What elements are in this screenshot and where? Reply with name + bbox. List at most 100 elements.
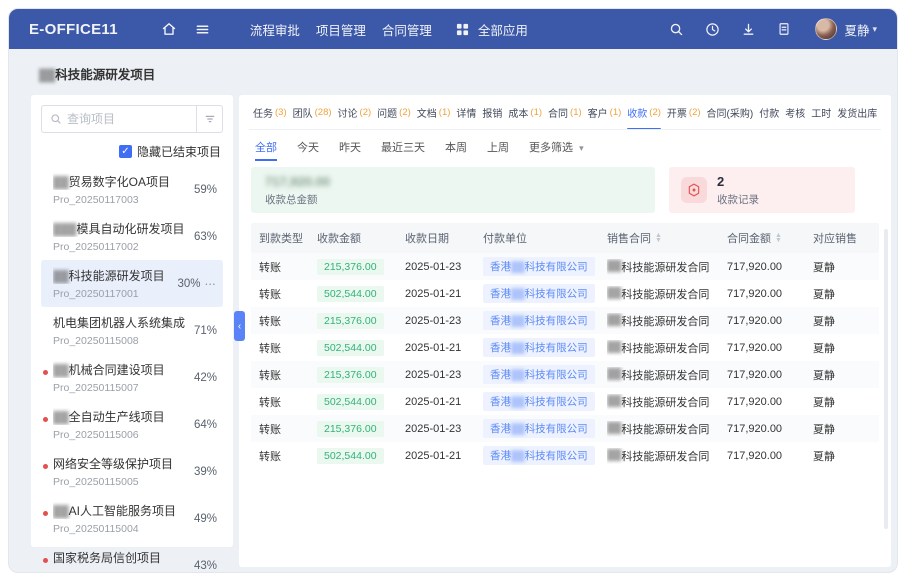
table-row[interactable]: 转账 502,544.00 2025-01-21 香港██科技有限公司 ██科技… [251, 280, 879, 307]
tab[interactable]: 任务 (3) [253, 95, 287, 130]
payer-link[interactable]: 香港██科技有限公司 [483, 338, 595, 357]
home-icon[interactable] [158, 18, 180, 40]
column-header[interactable]: 合同金额 ▲▼ [727, 230, 813, 246]
clock-icon[interactable] [701, 18, 723, 40]
list-item[interactable]: 机电集团机器人系统集成 Pro_20250115008 71% [41, 307, 223, 354]
column-header[interactable]: 销售合同 ▲▼ [607, 230, 727, 246]
tab[interactable]: 工时 [811, 95, 831, 130]
tab[interactable]: 合同 (1) [548, 95, 582, 130]
cell-contract: ██科技能源研发合同 [607, 421, 727, 437]
list-item[interactable]: 网络安全等级保护项目 Pro_20250115005 39% [41, 448, 223, 495]
amount-badge[interactable]: 215,376.00 [317, 367, 384, 383]
tab[interactable]: 发货出库 [837, 95, 877, 130]
apps-grid-icon[interactable] [452, 18, 474, 40]
list-item[interactable]: ██全自动生产线项目 Pro_20250115006 64% [41, 401, 223, 448]
filter-icon[interactable] [196, 106, 222, 132]
avatar[interactable] [815, 18, 837, 40]
amount-badge[interactable]: 215,376.00 [317, 421, 384, 437]
amount-badge[interactable]: 502,544.00 [317, 394, 384, 410]
amount-badge[interactable]: 502,544.00 [317, 448, 384, 464]
tab[interactable]: 文档 (1) [417, 95, 451, 130]
search-input[interactable] [67, 112, 196, 126]
payer-link[interactable]: 香港██科技有限公司 [483, 419, 595, 438]
table-row[interactable]: 转账 215,376.00 2025-01-23 香港██科技有限公司 ██科技… [251, 307, 879, 334]
tab[interactable]: 详情 [456, 95, 476, 130]
table-row[interactable]: 转账 502,544.00 2025-01-21 香港██科技有限公司 ██科技… [251, 388, 879, 415]
date-filter[interactable]: 最近三天 [381, 139, 425, 155]
project-name: ██机械合同建设项目 [53, 361, 190, 378]
tab[interactable]: 付款 [759, 95, 779, 130]
table-row[interactable]: 转账 502,544.00 2025-01-21 香港██科技有限公司 ██科技… [251, 334, 879, 361]
nav-item[interactable]: 合同管理 [382, 20, 432, 39]
date-filter[interactable]: 昨天 [339, 139, 361, 155]
table-body: 转账 215,376.00 2025-01-23 香港██科技有限公司 ██科技… [251, 253, 879, 469]
cell-type: 转账 [251, 394, 317, 410]
sort-icon[interactable]: ▲▼ [775, 233, 782, 243]
tab[interactable]: 成本 (1) [508, 95, 542, 130]
column-header[interactable]: 到款类型 [251, 230, 317, 246]
payer-link[interactable]: 香港██科技有限公司 [483, 446, 595, 465]
column-header[interactable]: 收款日期 [405, 230, 483, 246]
table-row[interactable]: 转账 215,376.00 2025-01-23 香港██科技有限公司 ██科技… [251, 361, 879, 388]
amount-badge[interactable]: 215,376.00 [317, 259, 384, 275]
list-item[interactable]: 国家税务局信创项目 Pro_20250115003 43% [41, 542, 223, 573]
tab[interactable]: 合同(采购) [707, 95, 754, 130]
list-item[interactable]: ██贸易数字化OA项目 Pro_20250117003 59% [41, 166, 223, 213]
column-header[interactable]: 对应销售 [813, 230, 869, 246]
nav-item[interactable]: 项目管理 [316, 20, 366, 39]
date-filter[interactable]: 本周 [445, 139, 467, 155]
list-item[interactable]: ██AI人工智能服务项目 Pro_20250115004 49% [41, 495, 223, 542]
download-icon[interactable] [737, 18, 759, 40]
project-code: Pro_20250117001 [53, 288, 173, 300]
collapse-sidebar-icon[interactable]: ‹ [234, 311, 245, 341]
tab[interactable]: 报销 [482, 95, 502, 130]
column-header[interactable]: 付款单位 [483, 230, 607, 246]
sort-icon[interactable]: ▲▼ [655, 233, 662, 243]
document-icon[interactable] [773, 18, 795, 40]
tab-count: (3) [275, 107, 287, 118]
search-icon[interactable] [665, 18, 687, 40]
amount-badge[interactable]: 502,544.00 [317, 286, 384, 302]
chevron-down-icon[interactable]: ▾ [872, 24, 877, 35]
payer-link[interactable]: 香港██科技有限公司 [483, 392, 595, 411]
all-apps-link[interactable]: 全部应用 [478, 20, 528, 39]
cell-contract-amount: 717,920.00 [727, 315, 813, 327]
more-filters-button[interactable]: 更多筛选 ▾ [529, 139, 584, 155]
more-actions-icon[interactable]: ⋯ [205, 277, 218, 291]
date-filter[interactable]: 上周 [487, 139, 509, 155]
amount-badge[interactable]: 502,544.00 [317, 340, 384, 356]
cell-type: 转账 [251, 421, 317, 437]
list-item[interactable]: ███模具自动化研发项目 Pro_20250117002 63% [41, 213, 223, 260]
hide-finished-checkbox[interactable]: ✓ [119, 145, 132, 158]
tab[interactable]: 讨论 (2) [338, 95, 372, 130]
tab[interactable]: 团队 (28) [293, 95, 332, 130]
tab[interactable]: 开票 (2) [667, 95, 701, 130]
page-title: ██科技能源研发项目 [31, 49, 875, 95]
cell-contract: ██科技能源研发合同 [607, 448, 727, 464]
date-filter[interactable]: 全部 [255, 139, 277, 155]
list-item[interactable]: ██科技能源研发项目 Pro_20250117001 30% ⋯ [41, 260, 223, 307]
user-name[interactable]: 夏静 [844, 20, 869, 39]
tab-count: (2) [689, 107, 701, 118]
payer-link[interactable]: 香港██科技有限公司 [483, 257, 595, 276]
hide-finished-row: ✓ 隐藏已结束项目 [41, 143, 221, 160]
table-row[interactable]: 转账 215,376.00 2025-01-23 香港██科技有限公司 ██科技… [251, 253, 879, 280]
column-header[interactable]: 收款金额 [317, 230, 405, 246]
scrollbar[interactable] [884, 229, 888, 529]
project-percent: 43% [194, 560, 217, 572]
table-row[interactable]: 转账 502,544.00 2025-01-21 香港██科技有限公司 ██科技… [251, 442, 879, 469]
menu-icon[interactable] [192, 18, 214, 40]
tab[interactable]: 收款 (2) [627, 95, 661, 130]
tab[interactable]: 问题 (2) [377, 95, 411, 130]
payer-link[interactable]: 香港██科技有限公司 [483, 365, 595, 384]
payer-link[interactable]: 香港██科技有限公司 [483, 284, 595, 303]
amount-badge[interactable]: 215,376.00 [317, 313, 384, 329]
tab-label: 开票 [667, 105, 687, 120]
nav-item[interactable]: 流程审批 [250, 20, 300, 39]
payer-link[interactable]: 香港██科技有限公司 [483, 311, 595, 330]
list-item[interactable]: ██机械合同建设项目 Pro_20250115007 42% [41, 354, 223, 401]
tab[interactable]: 考核 [785, 95, 805, 130]
tab[interactable]: 客户 (1) [588, 95, 622, 130]
date-filter[interactable]: 今天 [297, 139, 319, 155]
table-row[interactable]: 转账 215,376.00 2025-01-23 香港██科技有限公司 ██科技… [251, 415, 879, 442]
